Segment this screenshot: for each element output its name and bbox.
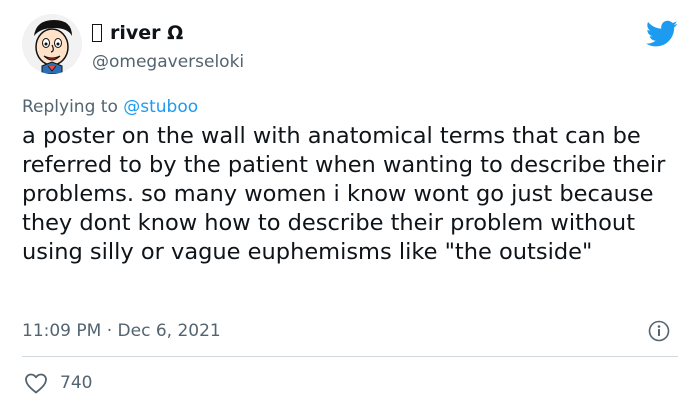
replying-prefix: Replying to bbox=[22, 97, 118, 117]
like-count: 740 bbox=[60, 373, 93, 393]
emoji-placeholder-icon bbox=[92, 24, 102, 42]
likes-action[interactable]: 740 bbox=[24, 372, 92, 394]
info-icon[interactable] bbox=[648, 320, 670, 342]
divider bbox=[22, 356, 678, 357]
tweet-text: a poster on the wall with anatomical ter… bbox=[22, 123, 673, 265]
user-handle[interactable]: @omegaverseloki bbox=[92, 52, 244, 72]
tweet-timestamp[interactable]: 11:09 PM · Dec 6, 2021 bbox=[22, 320, 221, 342]
tweet-card: river Ω @omegaverseloki Replying to @stu… bbox=[0, 0, 700, 410]
replying-to: Replying to @stuboo bbox=[22, 96, 198, 118]
display-name-row[interactable]: river Ω bbox=[92, 22, 183, 44]
twitter-bird-svg bbox=[646, 20, 678, 47]
tweet-time[interactable]: 11:09 PM bbox=[22, 321, 101, 341]
tweet-date[interactable]: Dec 6, 2021 bbox=[118, 321, 221, 341]
reply-mention-link[interactable]: @stuboo bbox=[123, 97, 198, 117]
timestamp-separator: · bbox=[106, 321, 113, 341]
avatar[interactable] bbox=[22, 14, 82, 74]
display-name[interactable]: river Ω bbox=[110, 22, 183, 44]
heart-icon[interactable] bbox=[24, 372, 48, 394]
cartoon-face-avatar bbox=[22, 14, 82, 74]
info-circle-svg bbox=[648, 320, 670, 342]
twitter-bird-icon[interactable] bbox=[646, 20, 678, 48]
